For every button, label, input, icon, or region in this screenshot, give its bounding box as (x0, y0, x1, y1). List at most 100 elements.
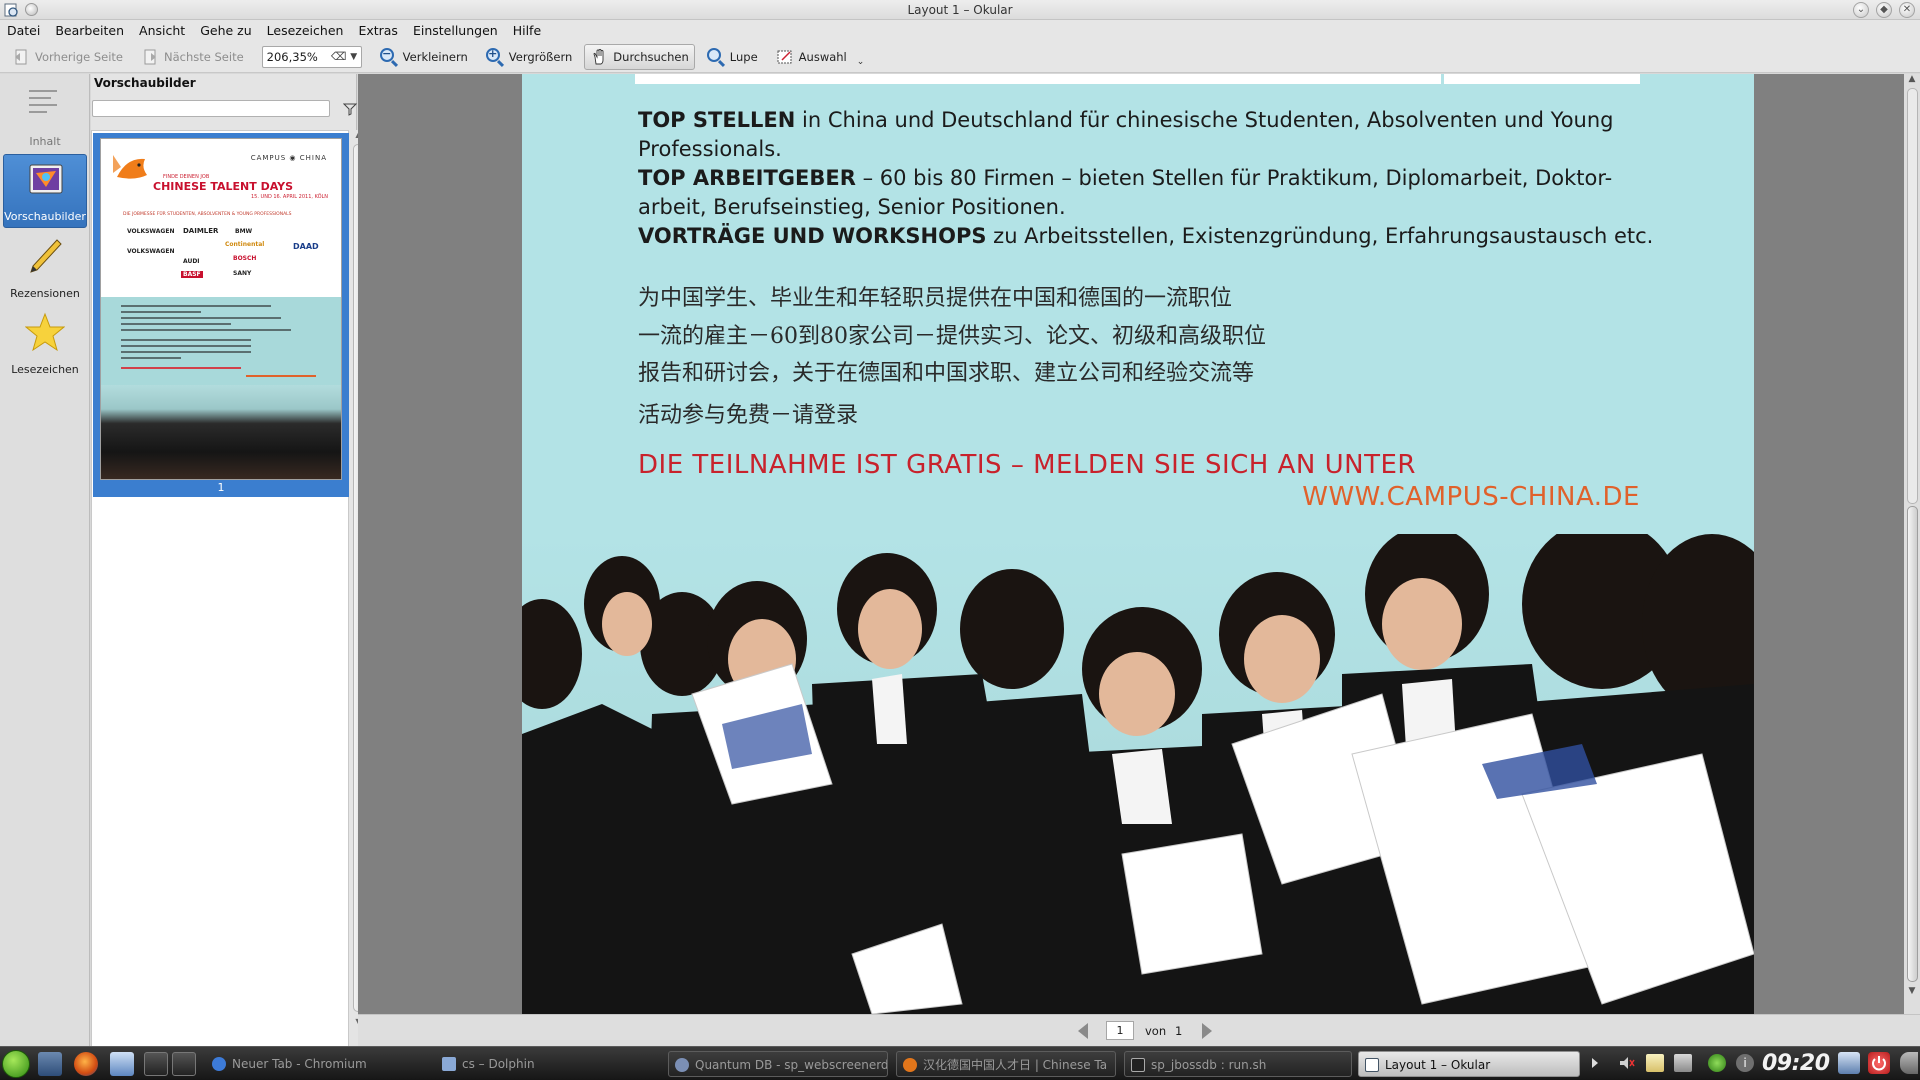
website-url: WWW.CAMPUS-CHINA.DE (1302, 482, 1640, 512)
next-page-button[interactable]: Nächste Seite (135, 44, 250, 70)
printer-icon[interactable] (1674, 1054, 1692, 1072)
mini-logo: VOLKSWAGEN (127, 228, 175, 235)
magnifier-icon (706, 47, 725, 66)
selection-tool-label: Auswahl (798, 49, 847, 64)
chinese-line: 报告和研讨会，关于在德国和中国求职、建立公司和经验交流等 (638, 361, 1255, 386)
mini-logo: BMW (235, 228, 253, 235)
task-label: sp_jbossdb : run.sh (1151, 1058, 1267, 1072)
mini-subline: DIE JOBMESSE FÜR STUDENTEN, ABSOLVENTEN … (123, 212, 292, 217)
menu-ansicht[interactable]: Ansicht (139, 23, 185, 38)
task-chromium[interactable]: Neuer Tab - Chromium (206, 1051, 426, 1077)
menu-einstellungen[interactable]: Einstellungen (413, 23, 498, 38)
file-manager-icon[interactable] (110, 1052, 134, 1076)
sidebar-item-bookmarks[interactable]: Lesezeichen (3, 306, 87, 380)
chevron-down-icon[interactable]: ▼ (347, 52, 361, 62)
zoom-combobox[interactable]: 206,35% ⌫ ▼ (261, 45, 362, 68)
sidebar-item-contents[interactable]: Inhalt (3, 78, 87, 152)
previous-page-label: Vorherige Seite (35, 49, 124, 64)
menu-extras[interactable]: Extras (358, 23, 398, 38)
task-quantum-db[interactable]: Quantum DB - sp_webscreenerdata (668, 1051, 888, 1077)
filter-icon[interactable] (343, 102, 357, 116)
selection-menu-arrow-icon[interactable]: ⌄ (857, 57, 865, 67)
thumbnail-search-input[interactable] (92, 100, 330, 117)
previous-page-arrow-icon[interactable] (1078, 1023, 1088, 1039)
zoom-value: 206,35% (266, 49, 318, 64)
page-top-rule (635, 74, 1640, 84)
power-icon[interactable] (1868, 1052, 1890, 1074)
document-scrollbar[interactable]: ▲ ▼ (1904, 74, 1920, 1014)
tray-expand-icon[interactable] (1590, 1054, 1600, 1072)
sidebar-item-reviews[interactable]: Rezensionen (3, 230, 87, 304)
firefox-icon[interactable] (74, 1052, 98, 1076)
star-icon (25, 312, 65, 352)
thumbnail-list[interactable]: CAMPUS ◉ CHINA FINDE DEINEN JOB CHINESE … (91, 130, 349, 1080)
page-number-input[interactable]: 1 (1106, 1021, 1134, 1040)
hand-icon (590, 48, 608, 66)
scroll-up-icon[interactable]: ▲ (1904, 74, 1920, 84)
mini-logo: DAAD (293, 242, 319, 251)
dolphin-icon (442, 1057, 456, 1071)
scroll-down-icon[interactable]: ▼ (1904, 986, 1920, 996)
volume-muted-icon[interactable] (1618, 1054, 1636, 1072)
quantum-icon (675, 1058, 689, 1072)
minimize-button[interactable]: ⌄ (1853, 2, 1869, 18)
mini-brand: CAMPUS ◉ CHINA (250, 154, 327, 162)
page-navigation-bar: 1 von 1 (358, 1014, 1920, 1046)
thumbnails-panel: Vorschaubilder CAMPUS ◉ CHINA FINDE DEIN… (91, 74, 365, 1080)
task-firefox[interactable]: 汉化德国中国人才日 | Chinese Ta (896, 1051, 1116, 1077)
zoom-out-label: Verkleinern (402, 49, 468, 64)
thumbnail-page-number: 1 (217, 481, 225, 494)
selection-tool-button[interactable]: Auswahl (770, 44, 853, 70)
title-bar: Layout 1 – Okular ⌄ ◆ ✕ (0, 0, 1920, 20)
body-line: TOP STELLEN in China und Deutschland für… (638, 108, 1614, 132)
menu-bearbeiten[interactable]: Bearbeiten (55, 23, 124, 38)
clipboard-icon[interactable] (1646, 1054, 1664, 1072)
mini-poster-text-block (101, 297, 341, 385)
clear-icon[interactable]: ⌫ (331, 50, 347, 63)
taskbar-clock[interactable]: 09:20 (1762, 1051, 1830, 1076)
menu-bar: Datei Bearbeiten Ansicht Gehe zu Lesezei… (0, 20, 1920, 41)
firefox-icon (903, 1058, 917, 1072)
document-view[interactable]: TOP STELLEN in China und Deutschland für… (358, 74, 1904, 1014)
body-line: Professionals. (638, 137, 782, 161)
close-button[interactable]: ✕ (1899, 2, 1915, 18)
task-okular[interactable]: Layout 1 – Okular (1358, 1051, 1580, 1077)
chromium-icon (212, 1057, 226, 1071)
okular-icon (1365, 1058, 1379, 1072)
maximize-button[interactable]: ◆ (1876, 2, 1892, 18)
update-notifier-icon[interactable] (1708, 1054, 1726, 1072)
browse-tool-button[interactable]: Durchsuchen (584, 43, 695, 70)
task-label: Quantum DB - sp_webscreenerdata (695, 1058, 888, 1072)
menu-lesezeichen[interactable]: Lesezeichen (267, 23, 344, 38)
show-desktop-icon[interactable] (1838, 1052, 1860, 1074)
navigation-sidebar: Inhalt Vorschaubilder Rezensionen Leseze… (0, 74, 90, 1046)
mini-logo: BASF (181, 271, 203, 278)
zoom-out-button[interactable]: − Verkleinern (374, 44, 474, 70)
menu-gehe-zu[interactable]: Gehe zu (200, 23, 251, 38)
mini-headline: CHINESE TALENT DAYS (153, 180, 294, 193)
application-launcher-icon[interactable] (2, 1050, 30, 1078)
call-to-action: DIE TEILNAHME IST GRATIS – MELDEN SIE SI… (638, 450, 1416, 480)
zoom-in-button[interactable]: + Vergrößern (480, 44, 579, 70)
scrollbar-track[interactable] (1907, 88, 1918, 504)
thumbnail-page-image: CAMPUS ◉ CHINA FINDE DEINEN JOB CHINESE … (100, 138, 342, 480)
next-page-arrow-icon[interactable] (1202, 1023, 1212, 1039)
panel-toolbox-icon[interactable] (1900, 1052, 1918, 1074)
previous-page-button[interactable]: Vorherige Seite (6, 44, 129, 70)
task-label: cs – Dolphin (462, 1057, 535, 1071)
contents-icon (29, 90, 57, 113)
pager-desktop-2-icon[interactable] (172, 1052, 196, 1076)
sidebar-item-thumbnails[interactable]: Vorschaubilder (3, 154, 87, 228)
info-icon[interactable]: i (1736, 1054, 1754, 1072)
thumbnail-item[interactable]: CAMPUS ◉ CHINA FINDE DEINEN JOB CHINESE … (93, 133, 349, 497)
task-dolphin[interactable]: cs – Dolphin (436, 1051, 656, 1077)
mini-logo: DAIMLER (183, 227, 219, 235)
task-terminal[interactable]: sp_jbossdb : run.sh (1124, 1051, 1352, 1077)
pdf-page[interactable]: TOP STELLEN in China und Deutschland für… (522, 74, 1754, 1014)
desktop-icon[interactable] (38, 1052, 62, 1076)
pager-desktop-1-icon[interactable] (144, 1052, 168, 1076)
scrollbar-handle[interactable] (1907, 506, 1918, 982)
menu-hilfe[interactable]: Hilfe (513, 23, 541, 38)
menu-datei[interactable]: Datei (7, 23, 40, 38)
magnifier-tool-button[interactable]: Lupe (701, 44, 764, 70)
